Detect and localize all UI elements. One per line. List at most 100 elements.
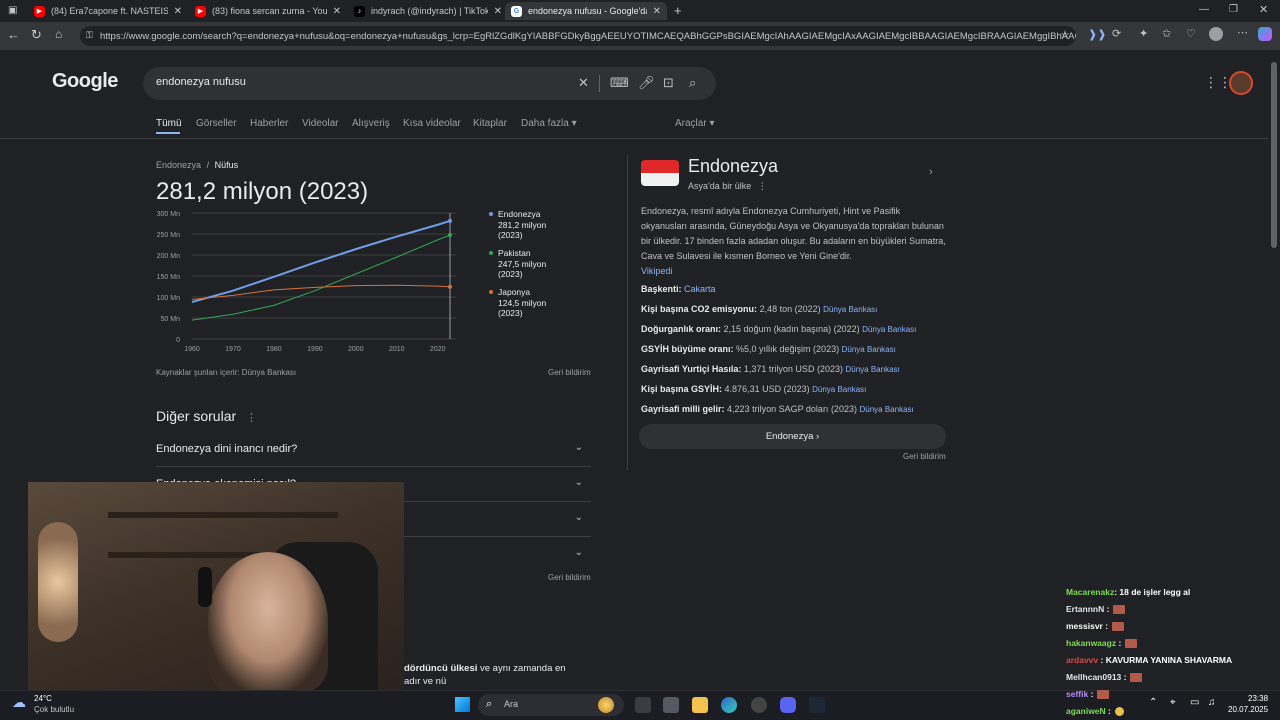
x-tick-label: 1960: [184, 346, 200, 353]
source-link[interactable]: Dünya Bankası: [845, 365, 899, 374]
chevron-down-icon[interactable]: ⌄: [575, 512, 583, 523]
google-logo[interactable]: Google: [52, 70, 118, 93]
population-chart[interactable]: 0 50 Mn 100 Mn 150 Mn 200 Mn 250 Mn 300 Mn 1960…: [156, 205, 486, 355]
kp-description: Endonezya, resmî adıyla Endonezya Cumhur…: [641, 204, 946, 279]
extensions-icon[interactable]: ✦: [1139, 27, 1148, 40]
bookmark-star-icon[interactable]: ☆: [1060, 28, 1070, 41]
source-link[interactable]: Dünya Bankası: [823, 305, 877, 314]
tab-news[interactable]: Haberler: [250, 118, 288, 129]
edge-icon[interactable]: [721, 697, 737, 713]
refresh-ext-icon[interactable]: ⟳: [1112, 27, 1121, 40]
feedback-link[interactable]: Geri bildirim: [548, 573, 591, 582]
microphone-icon[interactable]: 🎤︎: [638, 75, 655, 91]
tab-4-active[interactable]: G endonezya nufusu - Google'da A… ✕: [505, 2, 667, 20]
network-icon[interactable]: ▭: [1190, 697, 1199, 708]
tab-books[interactable]: Kitaplar: [473, 118, 507, 129]
chevron-up-icon[interactable]: ⌃: [1149, 697, 1157, 708]
tab-images[interactable]: Görseller: [196, 118, 237, 129]
more-options-icon[interactable]: ⋮: [246, 412, 257, 424]
microphone-icon[interactable]: ⌖: [1170, 697, 1176, 708]
shelf: [108, 512, 338, 518]
chat-user: Macarenakz: [1066, 587, 1115, 597]
capital-link[interactable]: Cakarta: [684, 284, 716, 294]
chevron-right-icon[interactable]: ›: [929, 166, 933, 178]
volume-icon[interactable]: ♫: [1208, 697, 1216, 708]
question-row[interactable]: Endonezya dini inancı nedir? ⌄: [156, 432, 591, 467]
extension-icon[interactable]: ❱❱: [1088, 28, 1106, 41]
emote-icon: [1113, 605, 1126, 615]
more-icon[interactable]: ⋯: [1237, 26, 1248, 39]
url-field[interactable]: ⚿ https://www.google.com/search?q=endone…: [80, 26, 1076, 46]
task-view-icon[interactable]: [635, 697, 651, 713]
tab-3[interactable]: ♪ indyrach (@indyrach) | TikTok ✕: [348, 2, 508, 20]
close-window-icon[interactable]: ✕: [1259, 3, 1268, 16]
home-icon[interactable]: ⌂: [55, 27, 62, 41]
legend-name: Japonya: [498, 287, 531, 297]
browser-essentials-icon[interactable]: ♡: [1186, 27, 1196, 40]
tab-short-videos[interactable]: Kısa videolar: [403, 118, 461, 129]
chevron-down-icon[interactable]: ⌄: [575, 442, 583, 453]
account-avatar[interactable]: [1229, 71, 1253, 95]
chat-text: : 18 de işler legg al: [1114, 587, 1191, 597]
chevron-down-icon[interactable]: ⌄: [575, 477, 583, 488]
tab-videos[interactable]: Videolar: [302, 118, 339, 129]
site-info-icon[interactable]: ⚿: [86, 30, 93, 41]
scrollbar-thumb[interactable]: [1271, 62, 1277, 248]
apps-grid-icon[interactable]: ⋮⋮: [1204, 74, 1232, 91]
google-icon: G: [511, 5, 522, 17]
widgets-icon[interactable]: [663, 697, 679, 713]
source-link[interactable]: Dünya Bankası: [859, 405, 913, 414]
app-icon[interactable]: [751, 697, 767, 713]
tab-more[interactable]: Daha fazla ▾: [521, 118, 577, 129]
file-explorer-icon[interactable]: [692, 697, 708, 713]
feedback-link[interactable]: Geri bildirim: [548, 368, 591, 377]
lens-icon[interactable]: ⊡: [663, 75, 674, 91]
clock-date[interactable]: 20.07.2025: [1228, 705, 1268, 714]
steam-icon[interactable]: [809, 697, 825, 713]
kp-more-button[interactable]: Endonezya ›: [639, 424, 946, 449]
fact-gdp-growth: GSYİH büyüme oranı: %5,0 yıllık değişim …: [641, 344, 896, 354]
close-icon[interactable]: ✕: [653, 6, 661, 17]
tab-all[interactable]: Tümü: [156, 118, 182, 129]
back-icon[interactable]: ←: [7, 27, 20, 42]
wikipedia-link[interactable]: Vikipedi: [641, 264, 946, 279]
window-menu-icon[interactable]: ▣: [8, 5, 17, 16]
reload-icon[interactable]: ↻: [31, 27, 42, 43]
close-icon[interactable]: ✕: [333, 6, 341, 17]
source-link[interactable]: Dünya Bankası: [812, 385, 866, 394]
tab-2[interactable]: ▶ (83) fiona sercan zurna - YouTube ✕: [189, 2, 347, 20]
weather-icon[interactable]: ☁: [12, 694, 26, 711]
legend-pakistan[interactable]: Pakistan 247,5 milyon (2023): [498, 248, 546, 280]
clear-icon[interactable]: ✕: [578, 75, 589, 91]
search-icon[interactable]: ⌕: [689, 75, 696, 91]
search-box[interactable]: ✕ ⌨ 🎤︎ ⊡ ⌕: [143, 67, 716, 100]
legend-endonezya[interactable]: Endonezya 281,2 milyon (2023): [498, 209, 546, 241]
emote-icon: [1114, 707, 1124, 717]
favorites-icon[interactable]: ✩: [1162, 27, 1171, 40]
legend-japonya[interactable]: Japonya 124,5 milyon (2023): [498, 287, 546, 319]
tools-button[interactable]: Araçlar ▾: [675, 118, 714, 129]
minimize-icon[interactable]: —: [1199, 4, 1209, 15]
discord-icon[interactable]: [780, 697, 796, 713]
close-icon[interactable]: ✕: [174, 6, 182, 17]
tab-1[interactable]: ▶ (84) Era7capone ft. NASTEISHA - … ✕: [28, 2, 188, 20]
keyboard-icon[interactable]: ⌨: [610, 75, 629, 91]
feedback-link[interactable]: Geri bildirim: [903, 452, 946, 461]
chevron-down-icon[interactable]: ⌄: [575, 547, 583, 558]
webcam-overlay: [28, 482, 404, 692]
copilot-icon[interactable]: [1258, 27, 1272, 41]
clock-time[interactable]: 23:38: [1248, 694, 1268, 703]
source-link[interactable]: Dünya Bankası: [862, 325, 916, 334]
source-link[interactable]: Dünya Bankası: [842, 345, 896, 354]
close-icon[interactable]: ✕: [494, 6, 502, 17]
start-icon[interactable]: [455, 697, 470, 712]
more-options-icon[interactable]: ⋮: [758, 181, 767, 191]
tab-shopping[interactable]: Alışveriş: [352, 118, 390, 129]
profile-icon[interactable]: [1209, 27, 1223, 41]
search-input[interactable]: [156, 76, 556, 88]
breadcrumb-country[interactable]: Endonezya: [156, 160, 201, 170]
new-tab-icon[interactable]: +: [674, 3, 682, 18]
weather-temp[interactable]: 24°C: [34, 694, 52, 703]
maximize-icon[interactable]: ❐: [1229, 4, 1238, 15]
taskbar-search[interactable]: ⌕ Ara: [478, 694, 624, 716]
